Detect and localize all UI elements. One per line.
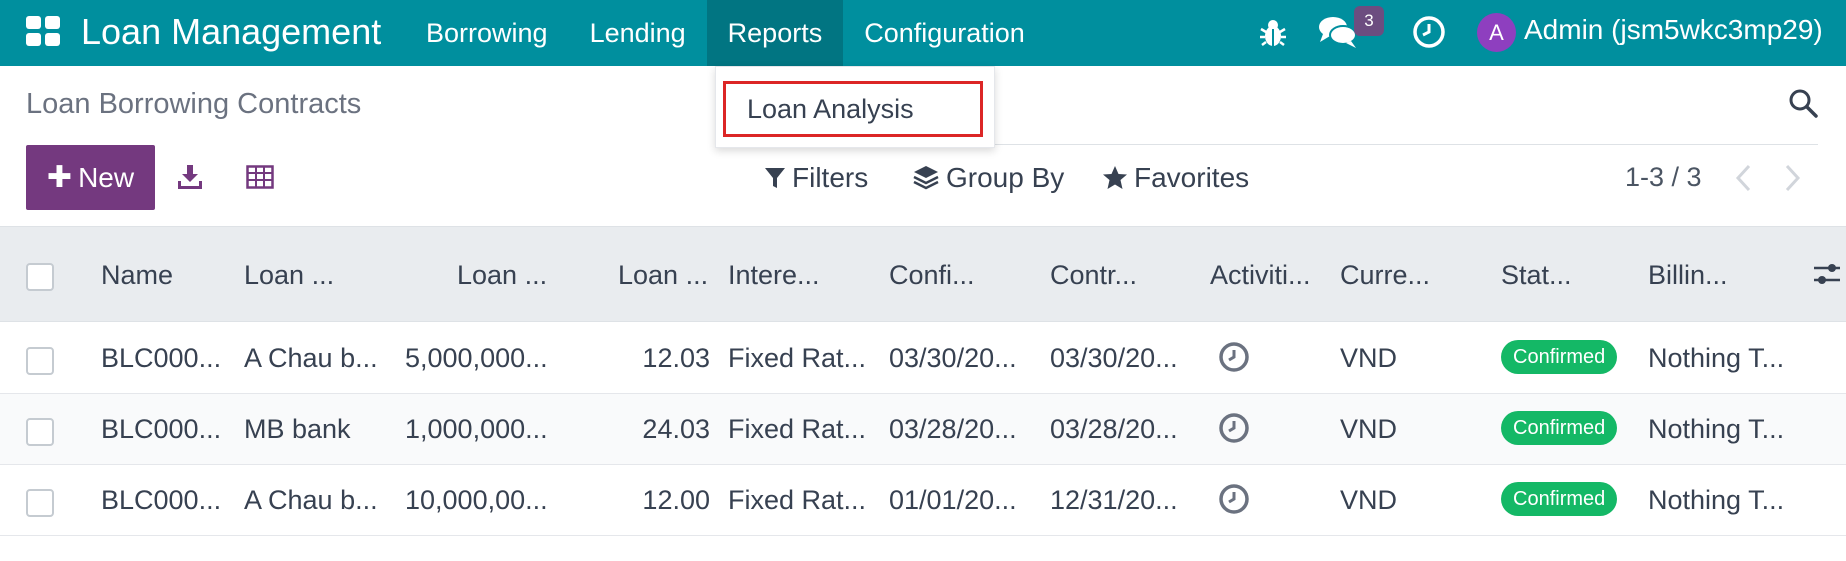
table-row[interactable]: BLC000... A Chau b... 5,000,000... 12.03… xyxy=(0,323,1846,394)
cell-contract-date: 12/31/20... xyxy=(1050,485,1178,515)
chat-count-badge: 3 xyxy=(1354,6,1384,36)
new-button[interactable]: ✚ New xyxy=(26,145,155,210)
column-header-loan-rate[interactable]: Loan ... xyxy=(618,260,708,291)
funnel-icon xyxy=(765,168,785,188)
table-icon[interactable] xyxy=(246,165,274,189)
layers-icon xyxy=(913,166,939,190)
row-checkbox[interactable] xyxy=(26,347,54,375)
menu-borrowing[interactable]: Borrowing xyxy=(405,0,569,66)
clock-icon[interactable] xyxy=(1218,483,1250,515)
cell-name: BLC000... xyxy=(101,343,222,373)
cell-partner: MB bank xyxy=(244,414,351,444)
group-by-button[interactable]: Group By xyxy=(912,158,1064,198)
table-row[interactable]: BLC000... A Chau b... 10,000,00... 12.00… xyxy=(0,465,1846,536)
clock-icon[interactable] xyxy=(1218,412,1250,444)
column-header-status[interactable]: Stat... xyxy=(1501,260,1572,291)
table-header: Name Loan ... Loan ... Loan ... Intere..… xyxy=(0,226,1846,322)
cell-rate: 12.03 xyxy=(642,343,710,373)
cell-interest: Fixed Rat... xyxy=(728,414,867,444)
cell-partner: A Chau b... xyxy=(244,343,378,373)
bug-icon[interactable] xyxy=(1258,17,1288,49)
cell-confirm-date: 03/28/20... xyxy=(889,414,1017,444)
search-icon[interactable] xyxy=(1788,88,1818,118)
cell-billing: Nothing T... xyxy=(1648,485,1785,515)
menu-item-loan-analysis[interactable]: Loan Analysis xyxy=(723,81,983,137)
cell-billing: Nothing T... xyxy=(1648,414,1785,444)
cell-rate: 12.00 xyxy=(642,485,710,515)
new-button-label: New xyxy=(78,161,135,193)
cell-confirm-date: 01/01/20... xyxy=(889,485,1017,515)
chevron-right-icon[interactable] xyxy=(1781,163,1803,193)
clock-icon[interactable] xyxy=(1412,15,1446,49)
chevron-left-icon[interactable] xyxy=(1733,163,1755,193)
menu-lending[interactable]: Lending xyxy=(569,0,707,66)
app-title[interactable]: Loan Management xyxy=(81,11,381,53)
avatar[interactable]: A xyxy=(1477,13,1516,52)
cell-name: BLC000... xyxy=(101,485,222,515)
filters-button[interactable]: Filters xyxy=(764,158,868,198)
cell-billing: Nothing T... xyxy=(1648,343,1785,373)
clock-icon[interactable] xyxy=(1218,341,1250,373)
cell-name: BLC000... xyxy=(101,414,222,444)
cell-interest: Fixed Rat... xyxy=(728,485,867,515)
search-input[interactable] xyxy=(992,144,1818,145)
cell-amount: 1,000,000... xyxy=(405,414,548,444)
cell-contract-date: 03/28/20... xyxy=(1050,414,1178,444)
cell-currency: VND xyxy=(1340,414,1398,444)
chat-icon[interactable] xyxy=(1318,14,1358,50)
reports-dropdown: Loan Analysis xyxy=(715,66,995,148)
apps-grid-icon[interactable] xyxy=(26,16,60,46)
status-badge: Confirmed xyxy=(1501,482,1618,516)
filters-label: Filters xyxy=(792,162,869,193)
cell-confirm-date: 03/30/20... xyxy=(889,343,1017,373)
cell-amount: 5,000,000... xyxy=(405,343,548,373)
cell-partner: A Chau b... xyxy=(244,485,378,515)
select-all-checkbox[interactable] xyxy=(26,263,54,291)
column-header-activities[interactable]: Activiti... xyxy=(1210,260,1311,291)
pager-value[interactable]: 1-3 / 3 xyxy=(1625,162,1702,193)
cell-interest: Fixed Rat... xyxy=(728,343,867,373)
menu-configuration[interactable]: Configuration xyxy=(843,0,1046,66)
column-header-loan-partner[interactable]: Loan ... xyxy=(244,260,334,291)
status-badge: Confirmed xyxy=(1501,411,1618,445)
plus-icon: ✚ xyxy=(46,161,73,194)
row-checkbox[interactable] xyxy=(26,489,54,517)
favorites-label: Favorites xyxy=(1134,162,1250,193)
breadcrumb: Loan Borrowing Contracts xyxy=(26,88,362,120)
cell-amount: 10,000,00... xyxy=(405,485,548,515)
column-header-confirm-date[interactable]: Confi... xyxy=(889,260,975,291)
star-icon xyxy=(1103,166,1127,189)
row-checkbox[interactable] xyxy=(26,418,54,446)
cell-rate: 24.03 xyxy=(642,414,710,444)
group-by-label: Group By xyxy=(946,162,1065,193)
download-icon[interactable] xyxy=(176,163,204,191)
table-row[interactable]: BLC000... MB bank 1,000,000... 24.03 Fix… xyxy=(0,394,1846,465)
column-header-interest[interactable]: Intere... xyxy=(728,260,820,291)
cell-contract-date: 03/30/20... xyxy=(1050,343,1178,373)
column-header-billing[interactable]: Billin... xyxy=(1648,260,1728,291)
cell-currency: VND xyxy=(1340,343,1398,373)
column-header-contract-date[interactable]: Contr... xyxy=(1050,260,1137,291)
user-name[interactable]: Admin (jsm5wkc3mp29) xyxy=(1524,14,1823,46)
column-header-name[interactable]: Name xyxy=(101,260,173,291)
menu-reports[interactable]: Reports xyxy=(706,0,844,66)
sliders-icon[interactable] xyxy=(1812,259,1842,289)
top-navbar: Loan Management Borrowing Lending Report… xyxy=(0,0,1846,66)
main-menu: Borrowing Lending Reports Configuration xyxy=(405,0,1046,66)
favorites-button[interactable]: Favorites xyxy=(1102,158,1249,198)
column-header-currency[interactable]: Curre... xyxy=(1340,260,1430,291)
status-badge: Confirmed xyxy=(1501,340,1618,374)
cell-currency: VND xyxy=(1340,485,1398,515)
column-header-loan-amount[interactable]: Loan ... xyxy=(457,260,547,291)
